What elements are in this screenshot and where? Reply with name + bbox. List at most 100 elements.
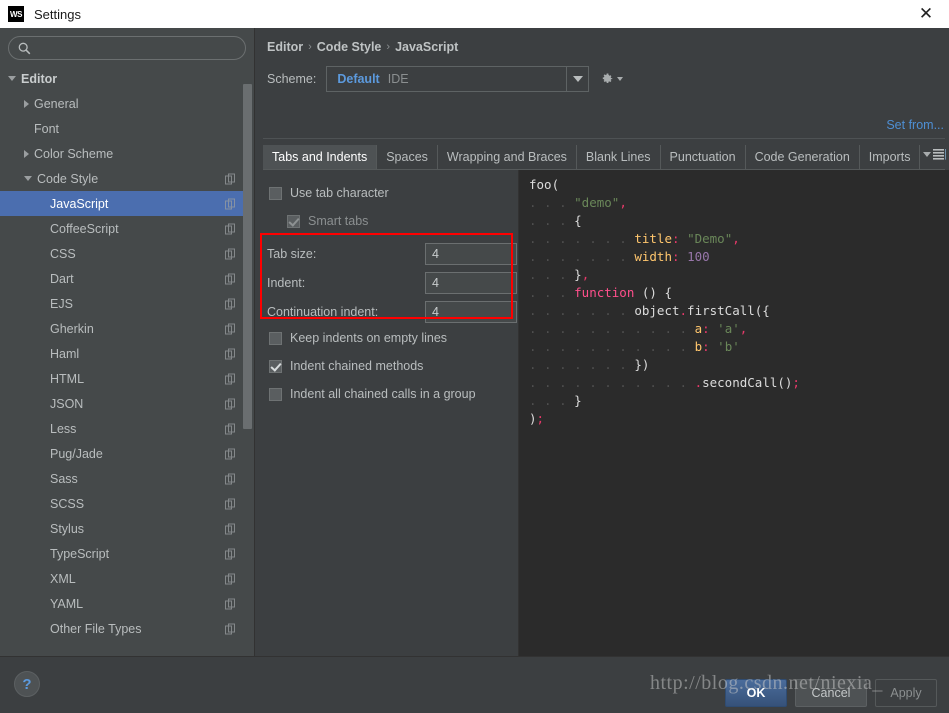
code-line: . . . . . . . width: 100 [529, 248, 949, 266]
sidebar-item-haml[interactable]: Haml [0, 341, 248, 366]
scheme-value: Default [337, 72, 380, 86]
scheme-row: Scheme: Default IDE [267, 66, 624, 92]
keep-indents-on-empty-lines-checkbox[interactable] [269, 331, 282, 345]
sidebar-scrollbar-thumb[interactable] [243, 84, 252, 429]
close-icon[interactable]: ✕ [903, 0, 949, 28]
search-input[interactable] [36, 37, 245, 59]
copy-scheme-icon[interactable] [225, 473, 236, 484]
gear-icon[interactable] [600, 72, 624, 86]
indent-input[interactable] [425, 272, 517, 294]
sidebar-item-sass[interactable]: Sass [0, 466, 248, 491]
breadcrumb: Editor › Code Style › JavaScript [267, 40, 458, 54]
tab-punctuation[interactable]: Punctuation [661, 145, 746, 169]
tab-size-input[interactable] [425, 243, 517, 265]
tab-code-generation[interactable]: Code Generation [746, 145, 860, 169]
chevron-down-glyph [572, 76, 583, 82]
tab-size-label: Tab size: [267, 247, 317, 261]
tab-blank-lines[interactable]: Blank Lines [577, 145, 661, 169]
smart-tabs-checkbox[interactable] [287, 214, 300, 228]
copy-scheme-icon[interactable] [225, 623, 236, 634]
sidebar-item-label: JSON [50, 396, 84, 411]
settings-tree: Editor General Font Color Scheme Code Style J… [0, 66, 254, 656]
code-line: . . . . . . . . . . . b: 'b' [529, 338, 949, 356]
code-token: : [672, 249, 680, 264]
set-from-link[interactable]: Set from... [886, 118, 944, 132]
chevron-down-icon[interactable] [566, 67, 588, 91]
sidebar-item-less[interactable]: Less [0, 416, 248, 441]
copy-scheme-icon[interactable] [225, 223, 236, 234]
copy-scheme-icon[interactable] [225, 498, 236, 509]
copy-scheme-icon[interactable] [225, 298, 236, 309]
sidebar-item-yaml[interactable]: YAML [0, 591, 248, 616]
copy-scheme-icon[interactable] [225, 173, 236, 184]
code-preview-pane[interactable]: foo(. . . "demo",. . . {. . . . . . . ti… [519, 170, 949, 656]
code-token: , [732, 231, 740, 246]
copy-scheme-icon[interactable] [225, 573, 236, 584]
tab-tabs-and-indents[interactable]: Tabs and Indents [263, 145, 378, 169]
copy-scheme-icon[interactable] [225, 373, 236, 384]
chevron-right-icon[interactable] [24, 99, 29, 108]
copy-scheme-icon[interactable] [225, 273, 236, 284]
sidebar-item-stylus[interactable]: Stylus [0, 516, 248, 541]
option-use-tab-character[interactable]: Use tab character [269, 186, 389, 200]
cancel-button[interactable]: Cancel [795, 679, 867, 707]
chevron-down-icon[interactable] [8, 76, 16, 81]
tab-imports[interactable]: Imports [860, 145, 921, 169]
sidebar-item-gherkin[interactable]: Gherkin [0, 316, 248, 341]
sidebar-item-font[interactable]: Font [0, 116, 248, 141]
chevron-right-icon[interactable] [24, 149, 29, 158]
sidebar-item-typescript[interactable]: TypeScript [0, 541, 248, 566]
sidebar-item-label: General [34, 96, 79, 111]
sidebar-item-xml[interactable]: XML [0, 566, 248, 591]
indent-chained-methods-checkbox[interactable] [269, 359, 282, 373]
option-smart-tabs[interactable]: Smart tabs [287, 214, 368, 228]
help-question-icon[interactable]: ? [14, 671, 40, 697]
chevron-down-icon[interactable] [24, 176, 32, 181]
sidebar-item-html[interactable]: HTML [0, 366, 248, 391]
sidebar-item-general[interactable]: General [0, 91, 248, 116]
tab-label: Tabs and Indents [272, 150, 368, 164]
code-line: . . . { [529, 212, 949, 230]
sidebar-item-coffeescript[interactable]: CoffeeScript [0, 216, 248, 241]
copy-scheme-icon[interactable] [225, 198, 236, 209]
sidebar-item-code-style[interactable]: Code Style [0, 166, 248, 191]
tab-wrapping-and-braces[interactable]: Wrapping and Braces [438, 145, 577, 169]
sidebar-item-other-file-types[interactable]: Other File Types [0, 616, 248, 641]
tab-spaces[interactable]: Spaces [377, 145, 438, 169]
sidebar-item-pug-jade[interactable]: Pug/Jade [0, 441, 248, 466]
code-token: 100 [687, 249, 710, 264]
apply-button[interactable]: Apply [875, 679, 937, 707]
continuation-indent-input[interactable] [425, 301, 517, 323]
copy-scheme-icon[interactable] [225, 448, 236, 459]
sidebar-item-dart[interactable]: Dart [0, 266, 248, 291]
tab-label: Spaces [386, 150, 428, 164]
ok-button[interactable]: OK [725, 679, 787, 707]
option-indent-chained-methods[interactable]: Indent chained methods [269, 359, 423, 373]
sidebar-item-json[interactable]: JSON [0, 391, 248, 416]
copy-scheme-icon[interactable] [225, 523, 236, 534]
settings-tabs: Tabs and Indents Spaces Wrapping and Brace… [263, 145, 945, 169]
sidebar-item-label: Haml [50, 346, 80, 361]
sidebar-item-scss[interactable]: SCSS [0, 491, 248, 516]
search-box[interactable] [8, 36, 246, 60]
settings-sidebar: Editor General Font Color Scheme Code Style J… [0, 28, 255, 656]
copy-scheme-icon[interactable] [225, 348, 236, 359]
sidebar-item-javascript[interactable]: JavaScript [0, 191, 248, 216]
sidebar-item-ejs[interactable]: EJS [0, 291, 248, 316]
copy-scheme-icon[interactable] [225, 423, 236, 434]
option-indent-all-chained-calls[interactable]: Indent all chained calls in a group [269, 387, 476, 401]
sidebar-item-css[interactable]: CSS [0, 241, 248, 266]
sidebar-item-editor[interactable]: Editor [0, 66, 248, 91]
copy-scheme-icon[interactable] [225, 398, 236, 409]
sidebar-item-color-scheme[interactable]: Color Scheme [0, 141, 248, 166]
copy-scheme-icon[interactable] [225, 248, 236, 259]
scheme-combobox[interactable]: Default IDE [326, 66, 590, 92]
copy-scheme-icon[interactable] [225, 548, 236, 559]
use-tab-character-checkbox[interactable] [269, 186, 282, 200]
option-keep-indents-on-empty-lines[interactable]: Keep indents on empty lines [269, 331, 447, 345]
copy-scheme-icon[interactable] [225, 323, 236, 334]
code-line: foo( [529, 176, 949, 194]
indent-all-chained-calls-checkbox[interactable] [269, 387, 282, 401]
tab-list-filter-icon[interactable] [923, 149, 946, 160]
copy-scheme-icon[interactable] [225, 598, 236, 609]
